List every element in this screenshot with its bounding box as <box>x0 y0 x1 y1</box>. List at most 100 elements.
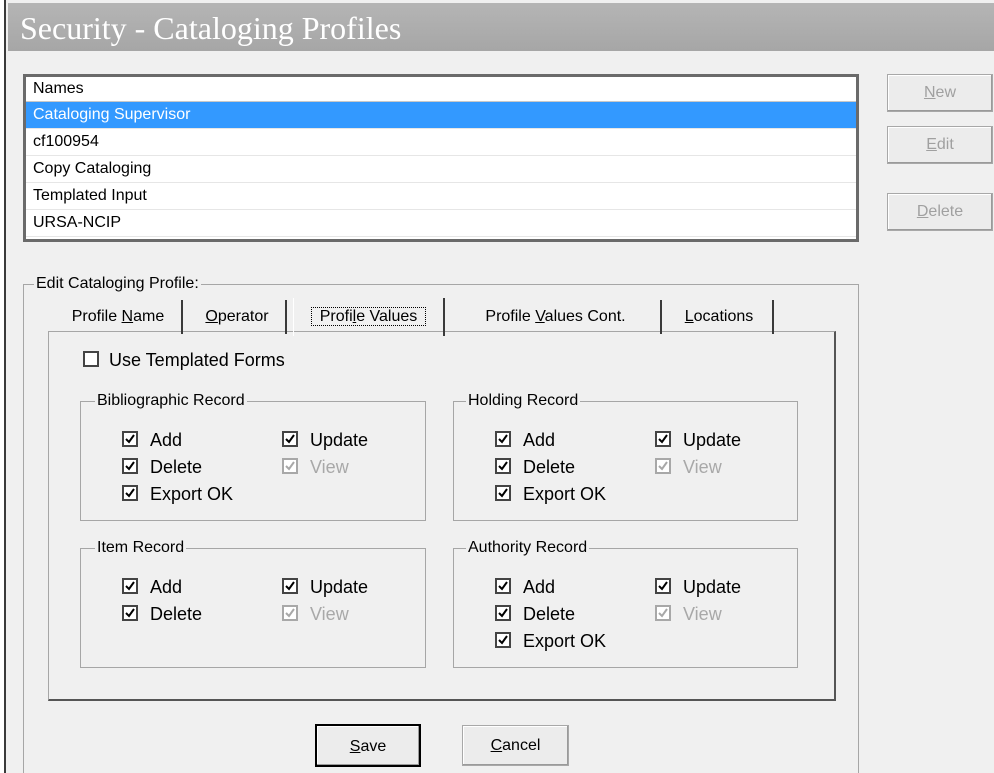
check-mark-icon <box>498 635 508 645</box>
tab-profile-values[interactable]: Profile Values <box>293 298 445 336</box>
edit-button[interactable]: Edit <box>887 126 993 164</box>
authority-export-checkbox[interactable] <box>495 632 511 648</box>
item-view-checkbox <box>282 605 298 621</box>
authority-record-title: Authority Record <box>466 538 590 558</box>
window-left-border <box>0 0 6 773</box>
check-mark-icon <box>658 461 668 471</box>
check-mark-icon <box>498 608 508 618</box>
list-item[interactable]: Cataloging Supervisor <box>26 102 856 129</box>
edit-button-label-post: dit <box>936 136 954 153</box>
window-title: Security - Cataloging Profiles <box>20 10 402 46</box>
bibliographic-delete-checkbox[interactable] <box>122 458 138 474</box>
check-mark-icon <box>285 608 295 618</box>
check-mark-icon <box>658 434 668 444</box>
holding-add-label: Add <box>523 430 556 450</box>
tab-profile-name[interactable]: Profile Name <box>55 300 183 334</box>
tab-profile-values-label: Profile Values <box>310 307 427 326</box>
list-item[interactable]: Templated Input <box>26 183 856 210</box>
save-button-accesskey: S <box>349 738 361 755</box>
item-delete-checkbox[interactable] <box>122 605 138 621</box>
bibliographic-record-title: Bibliographic Record <box>95 391 247 411</box>
check-mark-icon <box>125 581 135 591</box>
delete-button[interactable]: Delete <box>887 193 993 231</box>
authority-update-checkbox[interactable] <box>655 578 671 594</box>
item-view-label: View <box>310 604 349 624</box>
save-button-label-post: ave <box>360 738 387 755</box>
holding-update-label: Update <box>683 430 742 450</box>
authority-view-checkbox <box>655 605 671 621</box>
check-mark-icon <box>658 608 668 618</box>
check-mark-icon <box>285 461 295 471</box>
holding-record-title: Holding Record <box>466 391 581 411</box>
bibliographic-update-label: Update <box>310 430 369 450</box>
delete-button-label-post: elete <box>928 203 964 220</box>
tab-locations[interactable]: Locations <box>666 300 774 334</box>
new-button-accesskey: N <box>923 84 936 101</box>
authority-view-label: View <box>683 604 722 624</box>
use-templated-forms-checkbox[interactable] <box>83 351 99 367</box>
authority-update-label: Update <box>683 577 742 597</box>
authority-export-label: Export OK <box>523 631 607 651</box>
holding-view-label: View <box>683 457 722 477</box>
list-item[interactable]: cf100954 <box>26 129 856 156</box>
holding-export-checkbox[interactable] <box>495 485 511 501</box>
check-mark-icon <box>498 434 508 444</box>
names-listbox[interactable]: Names Cataloging Supervisor cf100954 Cop… <box>23 74 859 242</box>
list-item[interactable]: URSA-NCIP <box>26 210 856 237</box>
check-mark-icon <box>285 581 295 591</box>
save-button[interactable]: Save <box>315 724 421 767</box>
holding-delete-checkbox[interactable] <box>495 458 511 474</box>
edit-button-accesskey: E <box>926 136 937 153</box>
bibliographic-export-checkbox[interactable] <box>122 485 138 501</box>
check-mark-icon <box>498 581 508 591</box>
item-update-checkbox[interactable] <box>282 578 298 594</box>
new-button-label-post: ew <box>935 84 956 101</box>
holding-add-checkbox[interactable] <box>495 431 511 447</box>
check-mark-icon <box>125 434 135 444</box>
bibliographic-view-checkbox <box>282 458 298 474</box>
tab-operator[interactable]: Operator <box>189 300 287 334</box>
holding-view-checkbox <box>655 458 671 474</box>
list-item[interactable]: Copy Cataloging <box>26 156 856 183</box>
check-mark-icon <box>285 434 295 444</box>
authority-delete-checkbox[interactable] <box>495 605 511 621</box>
holding-update-checkbox[interactable] <box>655 431 671 447</box>
check-mark-icon <box>498 488 508 498</box>
new-button[interactable]: New <box>887 74 993 112</box>
authority-add-checkbox[interactable] <box>495 578 511 594</box>
item-delete-label: Delete <box>150 604 203 624</box>
delete-button-accesskey: D <box>916 203 929 220</box>
item-update-label: Update <box>310 577 369 597</box>
cancel-button-label-post: ancel <box>502 737 541 754</box>
cancel-button[interactable]: Cancel <box>462 725 569 766</box>
tab-locations-label: Locations <box>684 308 754 325</box>
tab-profile-values-cont[interactable]: Profile Values Cont. <box>451 300 662 334</box>
item-add-label: Add <box>150 577 183 597</box>
bibliographic-delete-label: Delete <box>150 457 203 477</box>
cancel-button-accesskey: C <box>490 737 503 754</box>
bibliographic-view-label: View <box>310 457 349 477</box>
item-record-title: Item Record <box>95 538 187 558</box>
check-mark-icon <box>658 581 668 591</box>
authority-add-label: Add <box>523 577 556 597</box>
bibliographic-add-checkbox[interactable] <box>122 431 138 447</box>
title-bar: Security - Cataloging Profiles <box>8 3 994 51</box>
bibliographic-export-label: Export OK <box>150 484 234 504</box>
tab-operator-label: Operator <box>205 308 269 325</box>
holding-delete-label: Delete <box>523 457 576 477</box>
tab-profile-values-cont-label: Profile Values Cont. <box>485 308 626 325</box>
edit-cataloging-profile-legend: Edit Cataloging Profile: <box>34 274 201 294</box>
cataloging-profiles-window: Security - Cataloging Profiles Names Cat… <box>0 0 994 773</box>
authority-delete-label: Delete <box>523 604 576 624</box>
bibliographic-add-label: Add <box>150 430 183 450</box>
check-mark-icon <box>125 608 135 618</box>
names-column-header[interactable]: Names <box>26 77 856 102</box>
check-mark-icon <box>125 461 135 471</box>
item-add-checkbox[interactable] <box>122 578 138 594</box>
tab-profile-name-label: Profile Name <box>71 308 165 325</box>
use-templated-forms-label: Use Templated Forms <box>109 350 285 370</box>
check-mark-icon <box>498 461 508 471</box>
holding-export-label: Export OK <box>523 484 607 504</box>
bibliographic-update-checkbox[interactable] <box>282 431 298 447</box>
check-mark-icon <box>125 488 135 498</box>
